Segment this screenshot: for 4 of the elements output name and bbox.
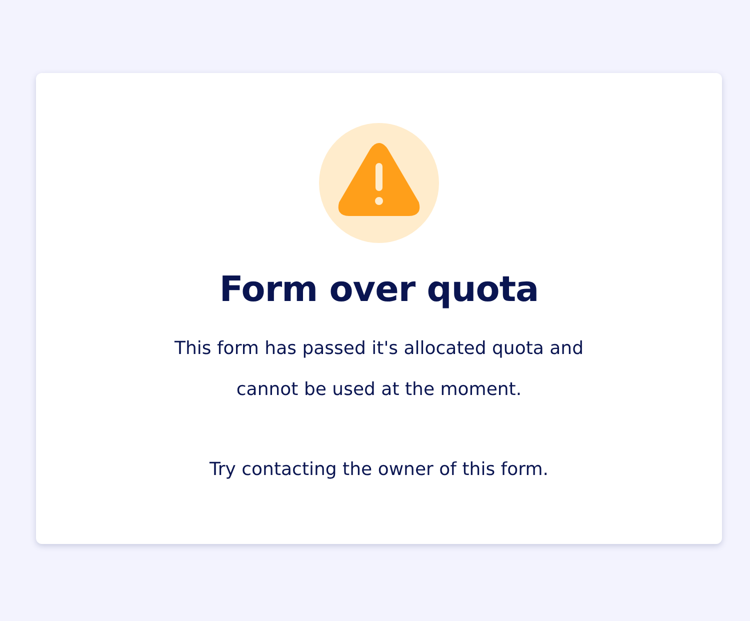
title: Form over quota <box>219 269 539 312</box>
hint-text: Try contacting the owner of this form. <box>210 458 548 482</box>
warning-icon <box>319 123 439 243</box>
message-text: This form has passed it's allocated quota and cannot be used at the moment. <box>173 337 585 402</box>
